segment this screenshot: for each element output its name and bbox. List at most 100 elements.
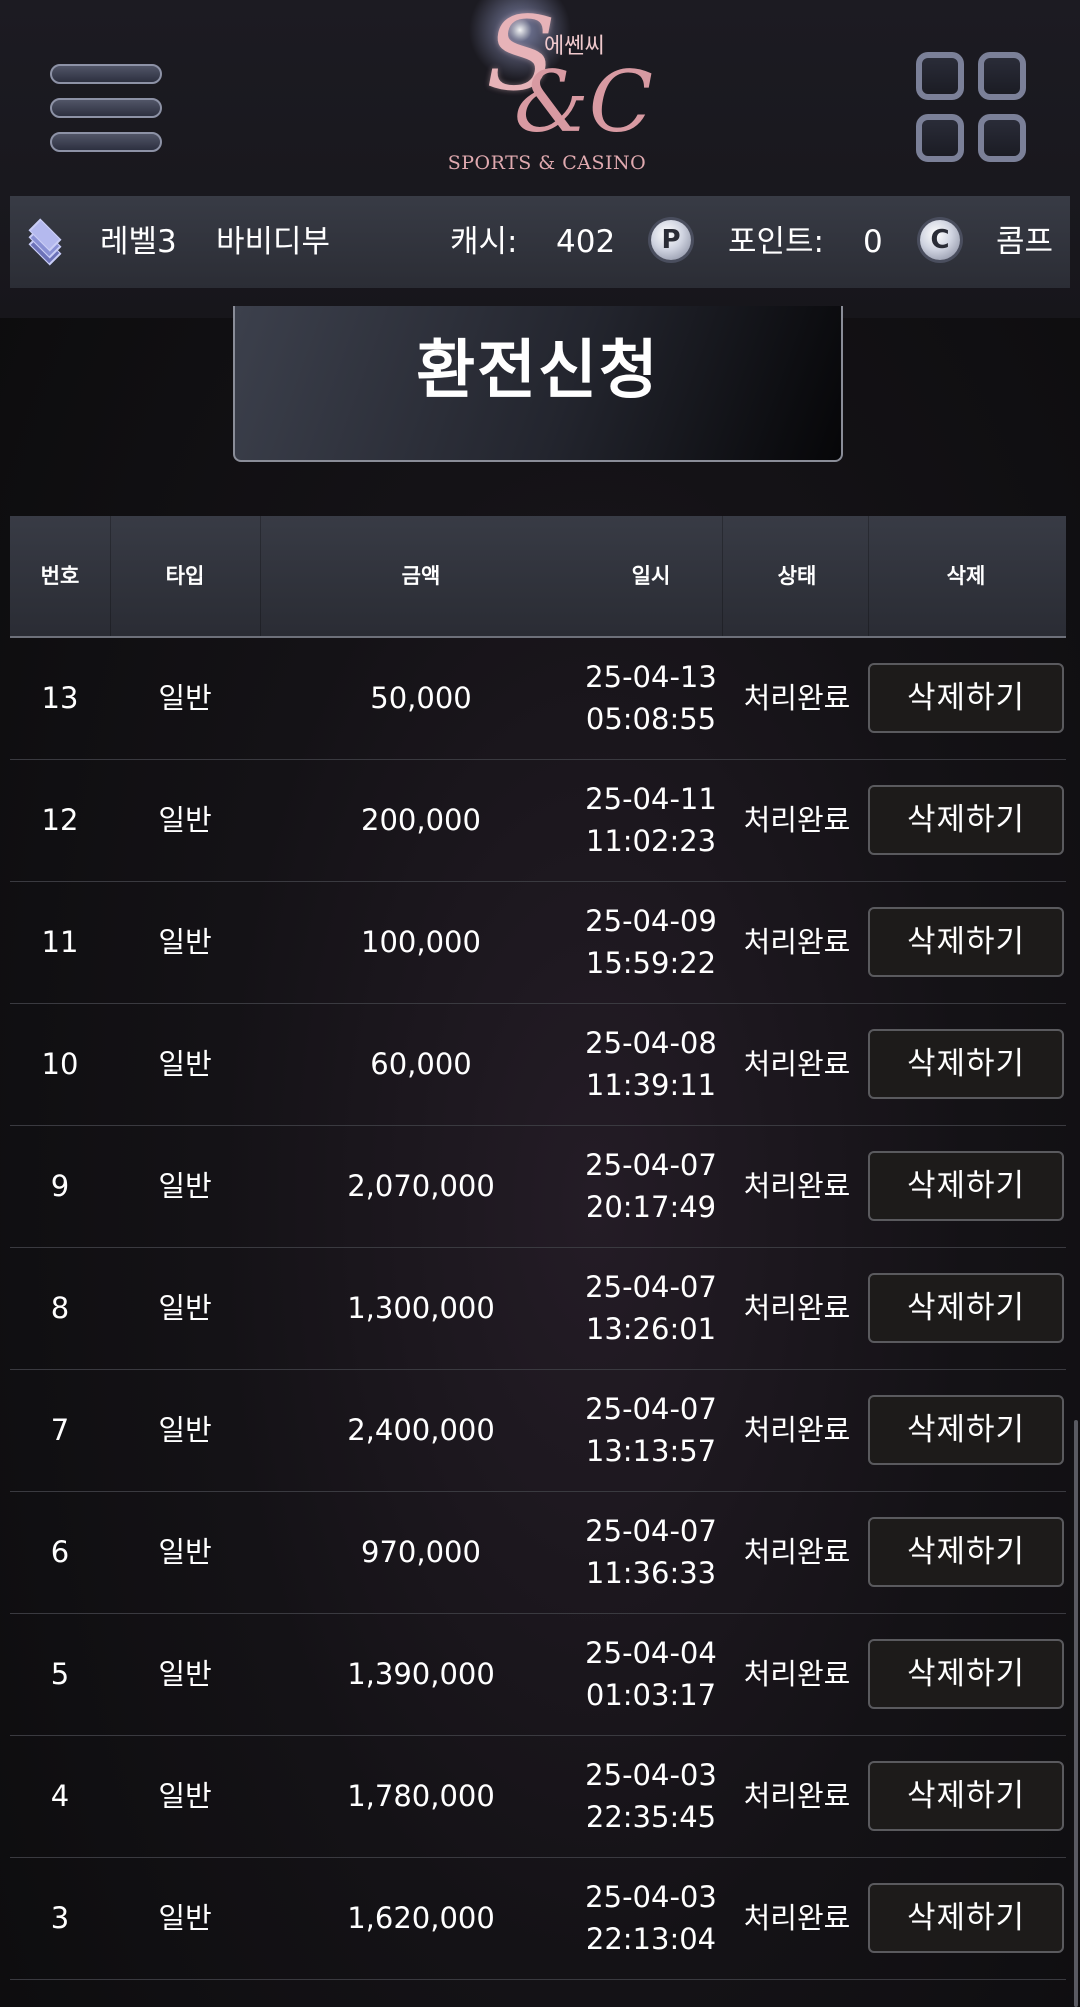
table-row: 6 일반 970,000 25-04-07 11:36:33 처리완료 삭제하기 <box>10 1492 1066 1614</box>
logo-korean-text: 에쎈씨 <box>544 34 605 59</box>
row-number: 3 <box>50 1901 70 1935</box>
row-status: 처리완료 <box>743 803 851 837</box>
row-number: 6 <box>50 1535 70 1569</box>
row-type: 일반 <box>158 1657 212 1691</box>
row-status: 처리완료 <box>743 925 851 959</box>
header-amount: 금액 <box>401 564 441 588</box>
header-delete: 삭제 <box>946 564 986 588</box>
logo-subtitle: SPORTS & CASINO <box>447 152 647 174</box>
table-row: 5 일반 1,390,000 25-04-04 01:03:17 처리완료 삭제하… <box>10 1614 1066 1736</box>
row-type: 일반 <box>158 803 212 837</box>
row-status: 처리완료 <box>743 1413 851 1447</box>
apps-grid-icon[interactable] <box>916 52 1032 168</box>
page-title: 환전신청 <box>416 334 660 408</box>
row-status: 처리완료 <box>743 1047 851 1081</box>
row-number: 12 <box>41 803 79 837</box>
row-type: 일반 <box>158 1779 212 1813</box>
row-amount: 2,400,000 <box>347 1413 495 1447</box>
row-amount: 50,000 <box>370 681 472 715</box>
row-amount: 1,780,000 <box>347 1779 495 1813</box>
point-p-icon[interactable]: P <box>651 220 691 260</box>
grid-square <box>978 114 1026 162</box>
menu-bar-top <box>50 64 162 84</box>
row-type: 일반 <box>158 1169 212 1203</box>
delete-button[interactable]: 삭제하기 <box>868 663 1064 733</box>
menu-bar-bottom <box>50 132 162 152</box>
row-number: 10 <box>41 1047 79 1081</box>
exchange-request-title-box: 환전신청 <box>233 306 843 462</box>
row-type: 일반 <box>158 1413 212 1447</box>
header-status: 상태 <box>777 564 817 588</box>
table-row: 12 일반 200,000 25-04-11 11:02:23 처리완료 삭제하기 <box>10 760 1066 882</box>
delete-button[interactable]: 삭제하기 <box>868 785 1064 855</box>
comp-label[interactable]: 콤프 <box>996 196 1053 288</box>
row-number: 4 <box>50 1779 70 1813</box>
table-row: 11 일반 100,000 25-04-09 15:59:22 처리완료 삭제하기 <box>10 882 1066 1004</box>
table-header: 번호 타입 금액 일시 상태 삭제 <box>10 516 1066 638</box>
grid-square <box>916 114 964 162</box>
cash-value: 402 <box>556 224 616 260</box>
row-amount: 100,000 <box>361 925 481 959</box>
row-type: 일반 <box>158 1901 212 1935</box>
level-layers-icon <box>26 218 66 266</box>
row-amount: 1,620,000 <box>347 1901 495 1935</box>
row-status: 처리완료 <box>743 1291 851 1325</box>
row-status: 처리완료 <box>743 1169 851 1203</box>
row-number: 8 <box>50 1291 70 1325</box>
table-row: 3 일반 1,620,000 25-04-03 22:13:04 처리완료 삭제하… <box>10 1858 1066 1980</box>
row-amount: 970,000 <box>361 1535 481 1569</box>
row-number: 9 <box>50 1169 70 1203</box>
row-amount: 200,000 <box>361 803 481 837</box>
username[interactable]: 바비디부 <box>216 196 330 288</box>
row-type: 일반 <box>158 1535 212 1569</box>
point-label: 포인트: <box>728 224 825 260</box>
delete-button[interactable]: 삭제하기 <box>868 1517 1064 1587</box>
user-level: 레벨3 <box>100 224 177 260</box>
delete-button[interactable]: 삭제하기 <box>868 907 1064 977</box>
row-amount: 60,000 <box>370 1047 472 1081</box>
row-type: 일반 <box>158 1047 212 1081</box>
cash-label: 캐시: <box>450 224 518 260</box>
table-row: 7 일반 2,400,000 25-04-07 13:13:57 처리완료 삭제하… <box>10 1370 1066 1492</box>
row-number: 11 <box>41 925 79 959</box>
row-type: 일반 <box>158 1291 212 1325</box>
delete-button[interactable]: 삭제하기 <box>868 1761 1064 1831</box>
row-status: 처리완료 <box>743 681 851 715</box>
delete-button[interactable]: 삭제하기 <box>868 1151 1064 1221</box>
delete-button[interactable]: 삭제하기 <box>868 1029 1064 1099</box>
table-row: 9 일반 2,070,000 25-04-07 20:17:49 처리완료 삭제하… <box>10 1126 1066 1248</box>
delete-button[interactable]: 삭제하기 <box>868 1883 1064 1953</box>
delete-button[interactable]: 삭제하기 <box>868 1395 1064 1465</box>
user-info-bar: 레벨3 바비디부 캐시: 402 P 포인트: 0 C 콤프 <box>10 196 1070 288</box>
row-status: 처리완료 <box>743 1901 851 1935</box>
delete-button[interactable]: 삭제하기 <box>868 1273 1064 1343</box>
top-header: S &C 에쎈씨 SPORTS & CASINO 레벨3 바비디부 캐시: 40… <box>0 0 1080 318</box>
hamburger-menu-icon[interactable] <box>50 62 164 156</box>
delete-button[interactable]: 삭제하기 <box>868 1639 1064 1709</box>
row-status: 처리완료 <box>743 1657 851 1691</box>
point-value: 0 <box>863 224 883 260</box>
exchange-history-table: 번호 타입 금액 일시 상태 삭제 13 일반 50,000 25-04-13 0… <box>10 516 1066 1980</box>
row-type: 일반 <box>158 681 212 715</box>
site-logo[interactable]: S &C 에쎈씨 SPORTS & CASINO <box>430 0 660 178</box>
row-status: 처리완료 <box>743 1535 851 1569</box>
menu-bar-middle <box>50 98 162 118</box>
row-amount: 2,070,000 <box>347 1169 495 1203</box>
table-row: 4 일반 1,780,000 25-04-03 22:35:45 처리완료 삭제하… <box>10 1736 1066 1858</box>
table-row: 13 일반 50,000 25-04-13 05:08:55 처리완료 삭제하기 <box>10 638 1066 760</box>
row-number: 5 <box>50 1657 70 1691</box>
page-scrollbar[interactable] <box>1074 1420 1078 2007</box>
table-row: 10 일반 60,000 25-04-08 11:39:11 처리완료 삭제하기 <box>10 1004 1066 1126</box>
row-number: 13 <box>41 681 79 715</box>
header-number: 번호 <box>40 564 80 588</box>
row-type: 일반 <box>158 925 212 959</box>
grid-square <box>978 52 1026 100</box>
grid-square <box>916 52 964 100</box>
row-status: 처리완료 <box>743 1779 851 1813</box>
row-amount: 1,300,000 <box>347 1291 495 1325</box>
row-amount: 1,390,000 <box>347 1657 495 1691</box>
logo-monogram-bottom: &C <box>514 53 654 151</box>
table-row: 8 일반 1,300,000 25-04-07 13:26:01 처리완료 삭제하… <box>10 1248 1066 1370</box>
row-number: 7 <box>50 1413 70 1447</box>
comp-c-icon[interactable]: C <box>920 220 960 260</box>
